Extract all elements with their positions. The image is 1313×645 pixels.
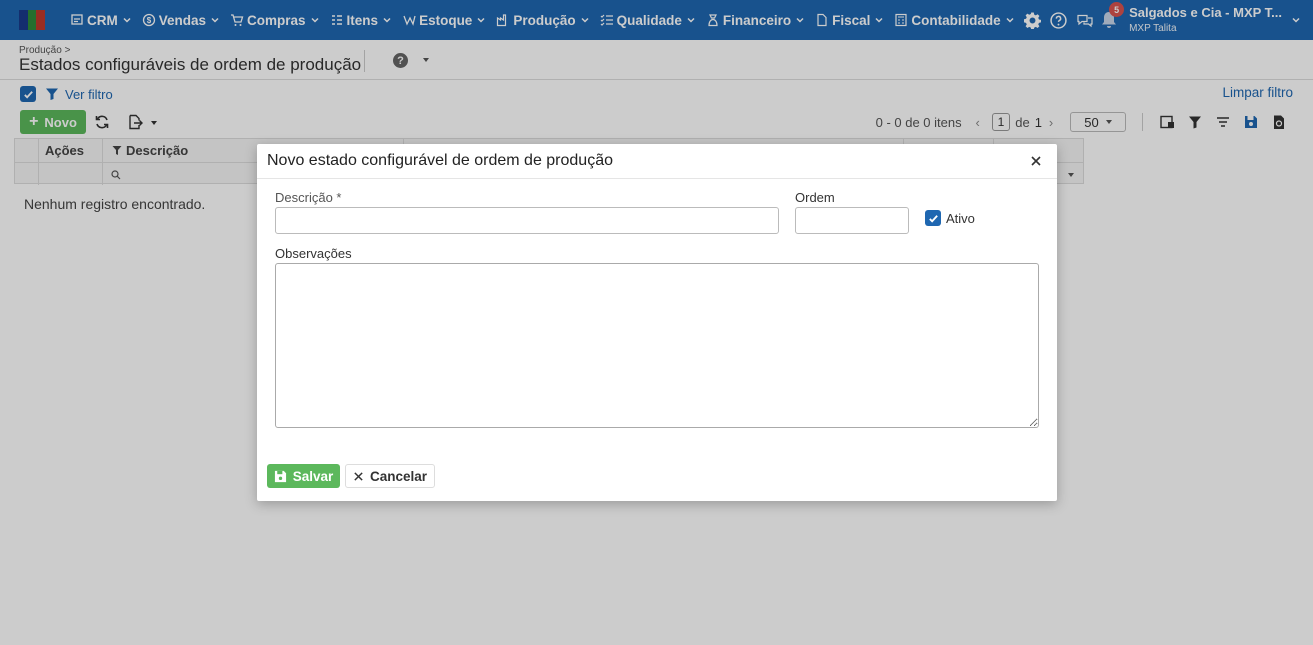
ativo-checkbox[interactable] (925, 210, 941, 226)
save-icon (274, 470, 286, 482)
observacoes-label: Observações (275, 246, 352, 261)
new-state-dialog: Novo estado configurável de ordem de pro… (257, 144, 1057, 501)
save-button[interactable]: Salvar (267, 464, 340, 488)
ativo-label[interactable]: Ativo (946, 211, 975, 226)
ordem-label: Ordem (795, 190, 835, 205)
close-icon (354, 471, 363, 481)
divider (257, 178, 1057, 179)
ordem-input[interactable] (795, 207, 909, 234)
dialog-title: Novo estado configurável de ordem de pro… (267, 152, 613, 169)
descricao-label: Descrição * (275, 190, 342, 205)
cancel-button-label: Cancelar (369, 468, 428, 484)
check-icon (928, 214, 938, 223)
cancel-button[interactable]: Cancelar (345, 464, 435, 488)
close-icon[interactable] (1029, 154, 1043, 168)
observacoes-textarea[interactable] (275, 263, 1039, 428)
descricao-input[interactable] (275, 207, 779, 234)
save-button-label: Salvar (292, 468, 334, 484)
